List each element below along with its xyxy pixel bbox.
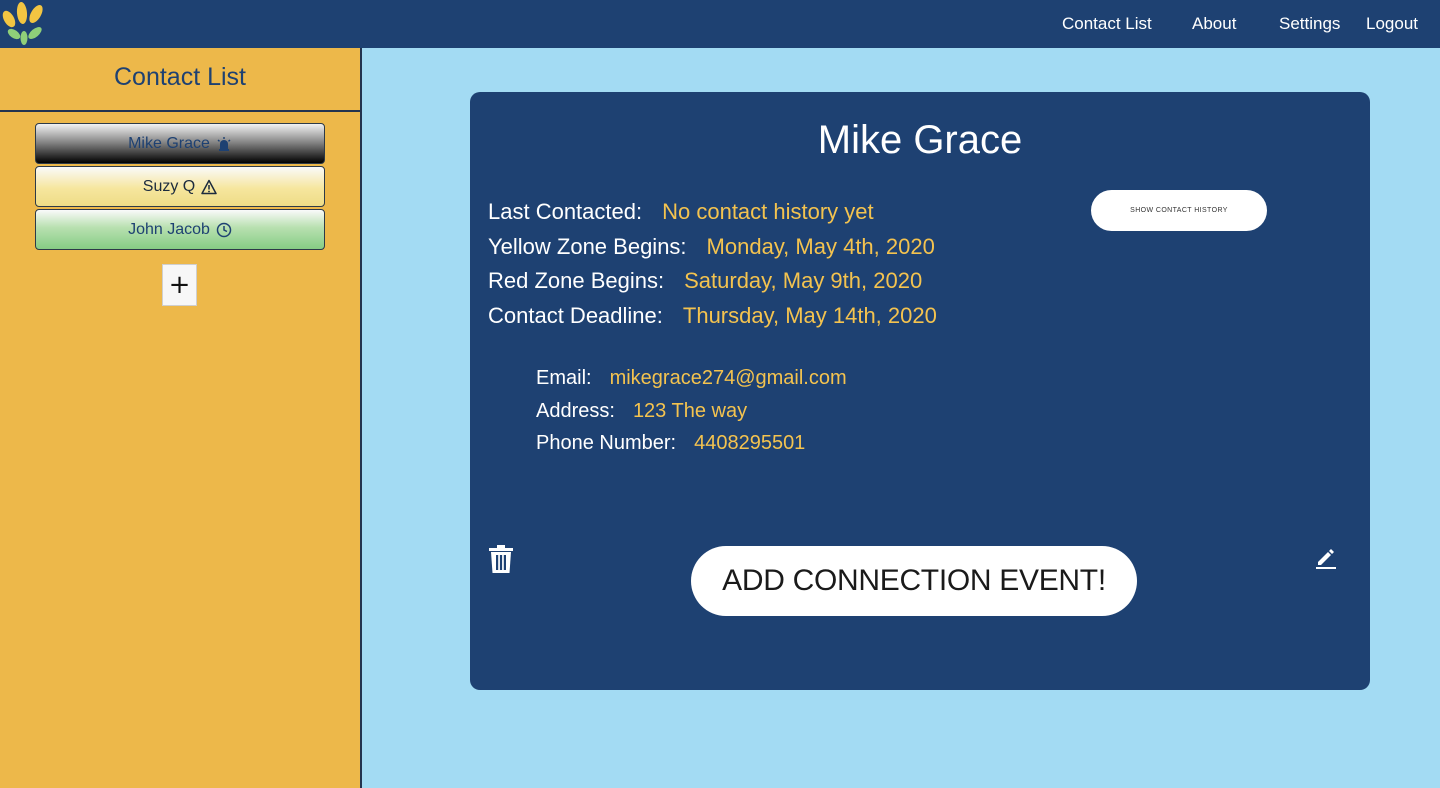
- contact-sidebar: Contact List Mike Grace Suzy Q John Jaco…: [0, 48, 362, 788]
- contact-item-label: Mike Grace: [128, 134, 210, 152]
- yellow-zone-row: Yellow Zone Begins: Monday, May 4th, 202…: [488, 234, 935, 260]
- top-navbar: Contact List About Settings Logout: [0, 0, 1440, 48]
- phone-label: Phone Number:: [536, 432, 677, 454]
- show-contact-history-button[interactable]: SHOW CONTACT HISTORY: [1091, 190, 1267, 231]
- contact-item-label: John Jacob: [128, 220, 210, 238]
- email-value[interactable]: mikegrace274@gmail.com: [610, 367, 847, 390]
- leaf-logo-icon[interactable]: [0, 0, 48, 48]
- yellow-zone-value: Monday, May 4th, 2020: [706, 234, 935, 259]
- warning-icon: [201, 179, 217, 194]
- red-zone-value: Saturday, May 9th, 2020: [684, 268, 923, 293]
- add-contact-button[interactable]: +: [162, 264, 197, 306]
- nav-settings[interactable]: Settings: [1279, 14, 1340, 34]
- app-root: Contact List About Settings Logout Conta…: [0, 0, 1440, 788]
- contact-item-suzy-q[interactable]: Suzy Q: [35, 166, 325, 207]
- nav-logout[interactable]: Logout: [1366, 14, 1418, 34]
- contact-deadline-label: Contact Deadline:: [488, 303, 663, 328]
- nav-contact-list[interactable]: Contact List: [1062, 14, 1152, 34]
- address-label: Address:: [536, 400, 615, 422]
- email-row: Email: mikegrace274@gmail.com: [536, 367, 847, 390]
- contact-deadline-value: Thursday, May 14th, 2020: [682, 303, 937, 328]
- address-row: Address: 123 The way: [536, 400, 747, 423]
- phone-row: Phone Number: 4408295501: [536, 432, 805, 455]
- sidebar-title: Contact List: [0, 48, 360, 112]
- yellow-zone-label: Yellow Zone Begins:: [488, 234, 687, 259]
- contact-name-heading: Mike Grace: [817, 118, 1023, 162]
- last-contacted-value: No contact history yet: [662, 199, 874, 224]
- contact-detail-card: Mike Grace Last Contacted: No contact hi…: [470, 92, 1370, 690]
- last-contacted-row: Last Contacted: No contact history yet: [488, 199, 874, 225]
- trash-icon[interactable]: [488, 544, 514, 574]
- contact-item-john-jacob[interactable]: John Jacob: [35, 209, 325, 250]
- email-label: Email:: [536, 367, 592, 389]
- pencil-edit-icon[interactable]: [1314, 546, 1338, 570]
- phone-value[interactable]: 4408295501: [694, 432, 805, 455]
- address-value: 123 The way: [632, 400, 748, 422]
- contact-deadline-row: Contact Deadline: Thursday, May 14th, 20…: [488, 303, 937, 329]
- contact-item-label: Suzy Q: [142, 177, 196, 195]
- clock-icon: [216, 222, 232, 237]
- red-zone-label: Red Zone Begins:: [488, 268, 665, 293]
- last-contacted-label: Last Contacted:: [488, 199, 643, 224]
- alarm-icon: [217, 136, 231, 151]
- red-zone-row: Red Zone Begins: Saturday, May 9th, 2020: [488, 268, 922, 294]
- contact-item-mike-grace[interactable]: Mike Grace: [35, 123, 325, 164]
- nav-about[interactable]: About: [1192, 14, 1236, 34]
- add-connection-event-button[interactable]: ADD CONNECTION EVENT!: [691, 546, 1137, 616]
